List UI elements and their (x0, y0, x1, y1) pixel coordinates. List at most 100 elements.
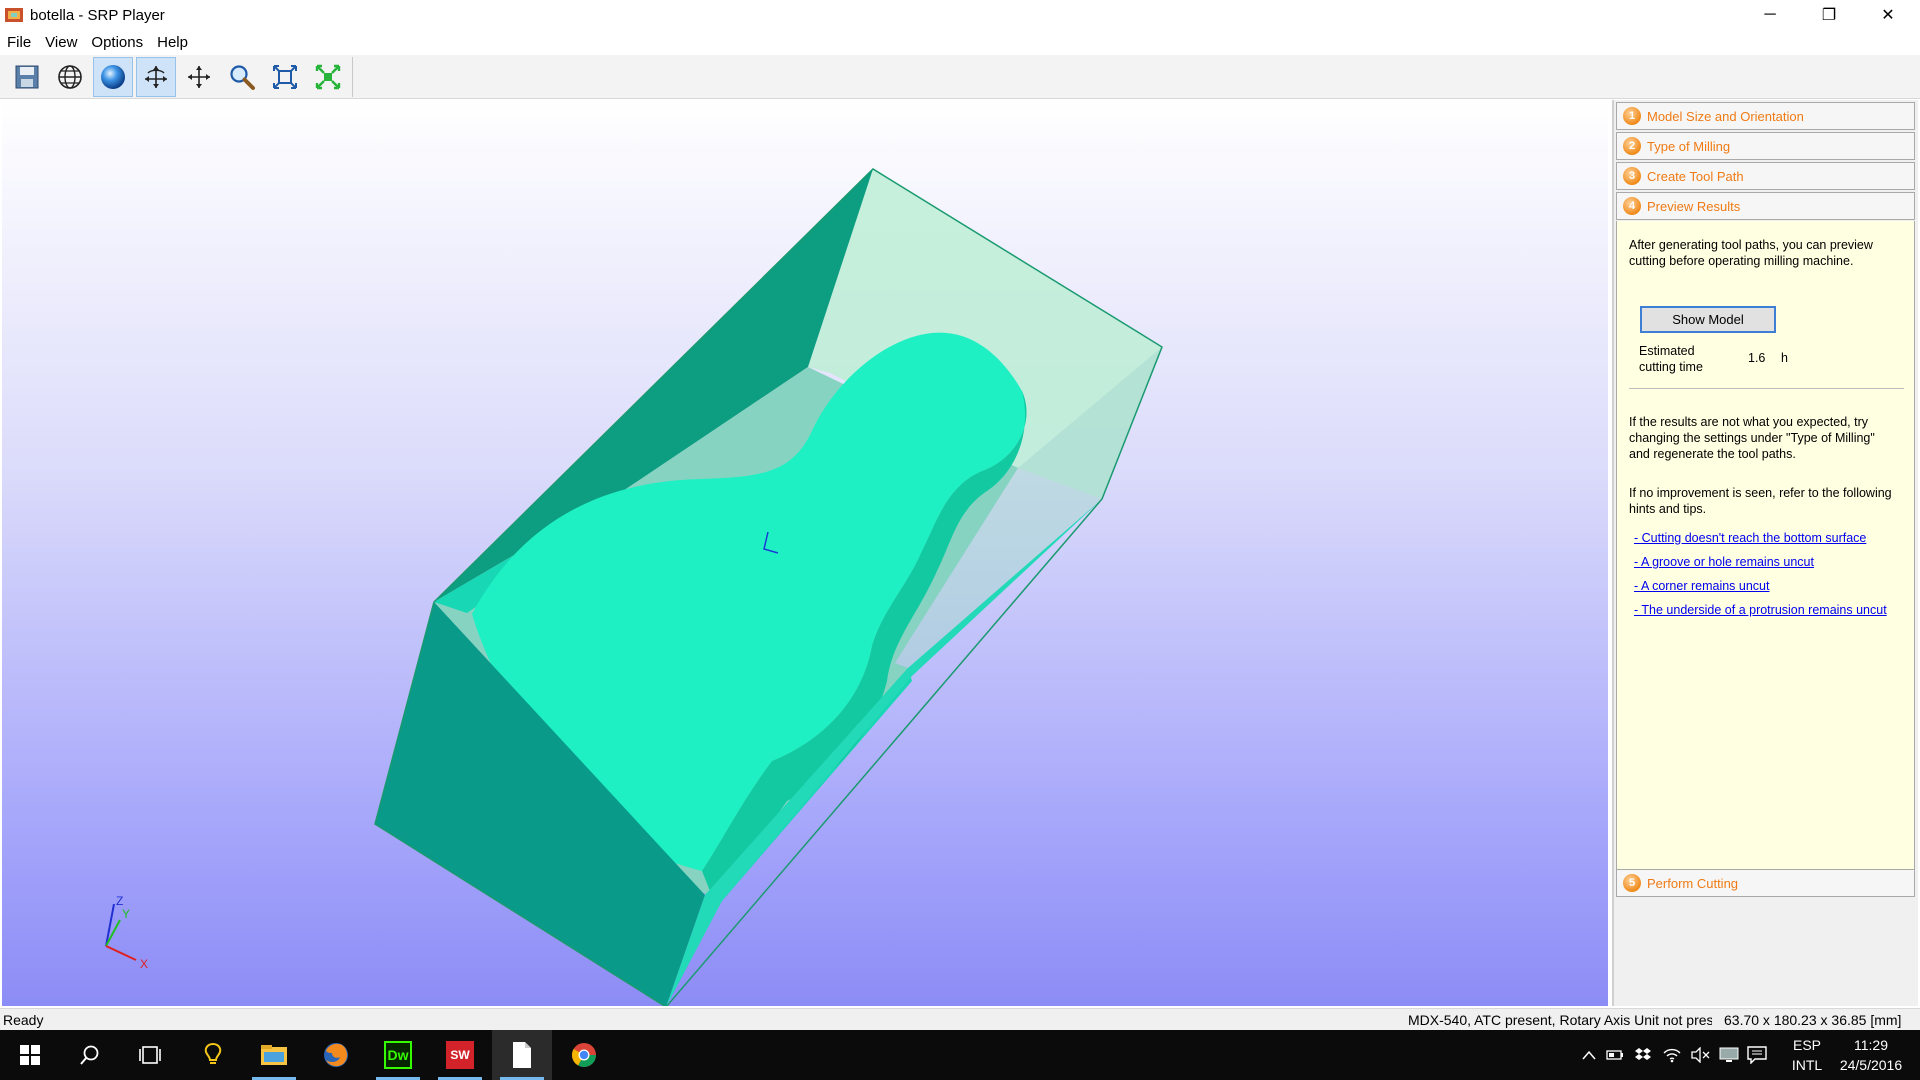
axis-x-label: X (140, 957, 148, 971)
firefox-icon (324, 1043, 348, 1067)
show-model-button[interactable]: Show Model (1640, 306, 1776, 333)
step-label: Create Tool Path (1647, 168, 1744, 184)
dropbox-tray-button[interactable] (1632, 1030, 1654, 1080)
minimize-button[interactable]: ─ (1741, 0, 1799, 30)
action-center-button[interactable] (1744, 1030, 1770, 1080)
wifi-tray-button[interactable] (1660, 1030, 1684, 1080)
clock-date: 24/5/2016 (1839, 1057, 1903, 1073)
no-improvement-text: If no improvement is seen, refer to the … (1629, 486, 1892, 516)
pan-icon (188, 66, 210, 88)
save-button[interactable] (7, 57, 47, 97)
menu-bar: File View Options Help (0, 30, 1920, 54)
reset-view-icon (315, 64, 341, 90)
step-label: Preview Results (1647, 198, 1741, 214)
fit-view-button[interactable] (265, 57, 305, 97)
rotate-view-button[interactable] (136, 57, 176, 97)
3d-viewport[interactable]: Z Y X (2, 101, 1608, 1006)
step-perform-cutting[interactable]: 5 Perform Cutting (1616, 869, 1915, 897)
step-number-icon: 4 (1623, 197, 1641, 215)
intro-text: After generating tool paths, you can pre… (1629, 238, 1873, 268)
step-label: Model Size and Orientation (1647, 108, 1804, 124)
chrome-icon (571, 1043, 596, 1068)
tips-bulb-icon (204, 1042, 222, 1064)
restore-button[interactable]: ❐ (1800, 0, 1858, 30)
blank-document-icon (513, 1042, 531, 1068)
chrome-button[interactable] (554, 1030, 614, 1080)
step-number-icon: 2 (1623, 137, 1641, 155)
windows-start-icon (20, 1045, 40, 1065)
volume-tray-button[interactable] (1688, 1030, 1712, 1080)
volume-muted-icon (1691, 1047, 1710, 1063)
step-create-tool-path[interactable]: 3 Create Tool Path (1616, 162, 1915, 190)
divider (1629, 388, 1904, 389)
axis-triad: Z Y X (105, 896, 148, 971)
preview-results-body: After generating tool paths, you can pre… (1616, 221, 1915, 869)
toolbar (0, 55, 1920, 99)
chevron-up-icon (1582, 1050, 1596, 1060)
hint-link-bottom-surface[interactable]: - Cutting doesn't reach the bottom surfa… (1634, 530, 1904, 546)
hint-link-corner[interactable]: - A corner remains uncut (1634, 578, 1904, 594)
task-view-icon (139, 1046, 161, 1064)
battery-icon (1606, 1050, 1623, 1060)
menu-file[interactable]: File (0, 34, 38, 51)
menu-help[interactable]: Help (150, 34, 195, 51)
firefox-button[interactable] (306, 1030, 366, 1080)
menu-view[interactable]: View (38, 34, 84, 51)
clock[interactable]: 11:29 24/5/2016 (1835, 1030, 1907, 1080)
status-machine-text: MDX-540, ATC present, Rotary Axis Unit n… (1408, 1012, 1712, 1028)
step-number-icon: 3 (1623, 167, 1641, 185)
monitor-icon (1719, 1047, 1739, 1062)
wireframe-globe-icon (58, 65, 82, 89)
step-model-size-orientation[interactable]: 1 Model Size and Orientation (1616, 102, 1915, 130)
rotate-icon (145, 66, 167, 88)
toolbar-group (7, 57, 353, 97)
input-language-indicator[interactable]: ESP INTL (1782, 1030, 1832, 1080)
solidworks-icon: SW (446, 1041, 474, 1069)
search-button[interactable] (60, 1030, 120, 1080)
keyboard-layout: INTL (1791, 1057, 1823, 1073)
hint-link-underside-protrusion[interactable]: - The underside of a protrusion remains … (1634, 602, 1904, 618)
windows-taskbar: Dw SW ESP INTL 11:29 24/5/2016 (0, 1030, 1920, 1080)
save-icon (15, 65, 39, 89)
file-explorer-button[interactable] (244, 1030, 304, 1080)
srp-player-app-icon (5, 8, 23, 22)
task-view-button[interactable] (120, 1030, 180, 1080)
show-hidden-icons-button[interactable] (1578, 1030, 1600, 1080)
close-button[interactable]: ✕ (1859, 0, 1917, 30)
dreamweaver-icon: Dw (384, 1041, 412, 1069)
estimated-cutting-time-label: Estimated cutting time (1639, 344, 1703, 374)
step-number-icon: 5 (1623, 874, 1641, 892)
dropbox-icon (1635, 1048, 1651, 1060)
solidworks-button[interactable]: SW (430, 1030, 490, 1080)
step-label: Type of Milling (1647, 138, 1731, 154)
wireframe-view-button[interactable] (50, 57, 90, 97)
status-bar: Ready MDX-540, ATC present, Rotary Axis … (0, 1008, 1920, 1030)
step-type-of-milling[interactable]: 2 Type of Milling (1616, 132, 1915, 160)
fit-to-window-icon (273, 65, 297, 89)
title-bar: botella - SRP Player ─ ❐ ✕ (0, 0, 1920, 30)
results-hint-text: If the results are not what you expected… (1629, 415, 1875, 461)
pan-view-button[interactable] (179, 57, 219, 97)
reset-view-button[interactable] (308, 57, 348, 97)
wifi-icon (1663, 1048, 1681, 1063)
battery-tray-button[interactable] (1604, 1030, 1626, 1080)
start-button[interactable] (0, 1030, 60, 1080)
step-preview-results[interactable]: 4 Preview Results (1616, 192, 1915, 220)
tips-app-button[interactable] (183, 1030, 243, 1080)
step-label: Perform Cutting (1647, 875, 1739, 891)
menu-options[interactable]: Options (84, 34, 150, 51)
notifications-icon (1747, 1046, 1767, 1064)
zoom-view-button[interactable] (222, 57, 262, 97)
clock-time: 11:29 (1854, 1037, 1888, 1053)
hint-link-groove-hole[interactable]: - A groove or hole remains uncut (1634, 554, 1904, 570)
display-tray-button[interactable] (1716, 1030, 1742, 1080)
axis-y-label: Y (122, 907, 130, 921)
search-icon (80, 1045, 99, 1065)
solidworks-label: SW (450, 1048, 470, 1062)
file-explorer-icon (261, 1045, 287, 1065)
milling-preview-scene (374, 168, 1163, 1006)
dreamweaver-button[interactable]: Dw (368, 1030, 428, 1080)
srp-player-taskbar-button[interactable] (492, 1030, 552, 1080)
shaded-view-button[interactable] (93, 57, 133, 97)
dreamweaver-label: Dw (387, 1047, 409, 1063)
